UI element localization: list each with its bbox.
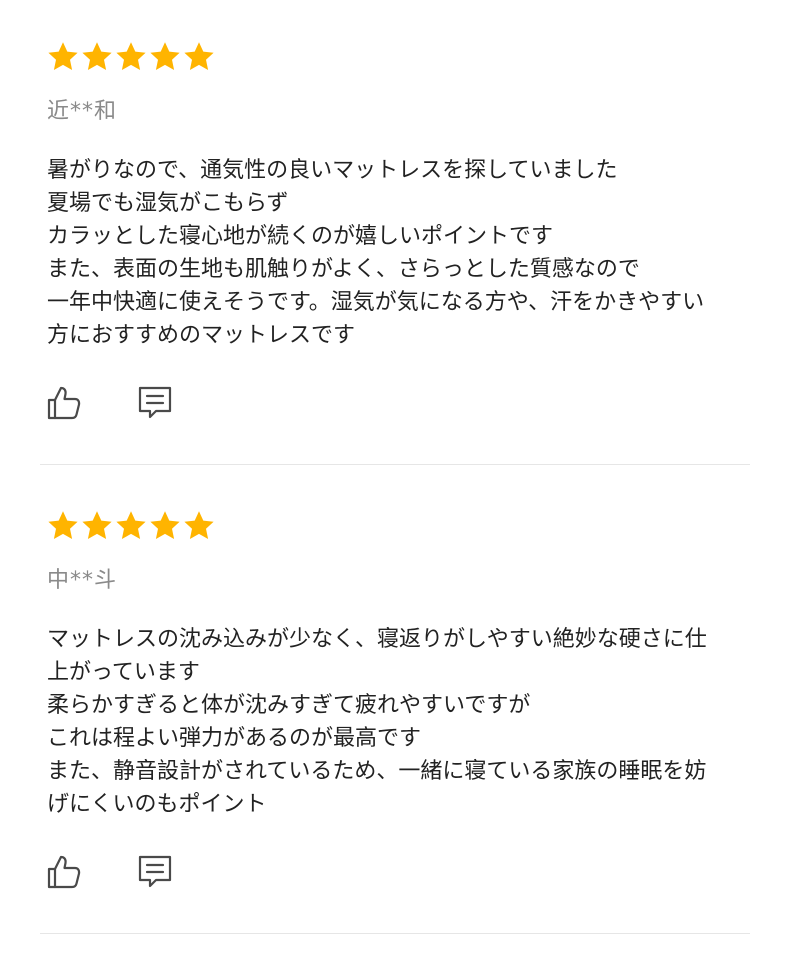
review-body-line: 一年中快適に使えそうです。湿気が気になる方や、汗をかきやすい <box>47 290 705 315</box>
review-author: 中**斗 <box>47 568 118 593</box>
star-icon <box>114 509 148 543</box>
star-icon <box>148 40 182 74</box>
review-body-line: 上がっています <box>47 660 200 685</box>
star-icon <box>182 509 216 543</box>
review-body: 暑がりなので、通気性の良いマットレスを探していました 夏場でも湿気がこもらず カ… <box>47 154 757 352</box>
review-body-line: げにくいのもポイント <box>47 792 267 817</box>
thumbs-up-icon[interactable] <box>46 853 84 891</box>
review-body-line: また、静音設計がされているため、一緒に寝ている家族の睡眠を妨 <box>47 759 707 784</box>
review-list: 近**和 暑がりなので、通気性の良いマットレスを探していました 夏場でも湿気がこ… <box>0 0 790 938</box>
comment-icon[interactable] <box>136 853 174 891</box>
comment-icon[interactable] <box>136 384 174 422</box>
star-icon <box>46 40 80 74</box>
thumbs-up-icon[interactable] <box>46 384 84 422</box>
star-icon <box>182 40 216 74</box>
star-icon <box>80 509 114 543</box>
review-body: マットレスの沈み込みが少なく、寝返りがしやすい絶妙な硬さに仕 上がっています 柔… <box>47 623 757 821</box>
star-icon <box>148 509 182 543</box>
review-body-line: 夏場でも湿気がこもらず <box>47 191 289 216</box>
review-actions <box>46 384 174 422</box>
star-icon <box>46 509 80 543</box>
star-rating <box>46 40 216 74</box>
review-card: 中**斗 マットレスの沈み込みが少なく、寝返りがしやすい絶妙な硬さに仕 上がって… <box>0 469 790 938</box>
review-body-line: カラッとした寝心地が続くのが嬉しいポイントです <box>47 224 554 249</box>
review-actions <box>46 853 174 891</box>
review-author: 近**和 <box>47 99 118 124</box>
divider <box>40 933 750 934</box>
star-rating <box>46 509 216 543</box>
review-body-line: マットレスの沈み込みが少なく、寝返りがしやすい絶妙な硬さに仕 <box>47 627 707 652</box>
divider <box>40 464 750 465</box>
star-icon <box>114 40 148 74</box>
review-body-line: 方におすすめのマットレスです <box>47 323 356 348</box>
review-card: 近**和 暑がりなので、通気性の良いマットレスを探していました 夏場でも湿気がこ… <box>0 0 790 469</box>
review-body-line: また、表面の生地も肌触りがよく、さらっとした質感なので <box>47 257 640 282</box>
star-icon <box>80 40 114 74</box>
review-body-line: これは程よい弾力があるのが最高です <box>47 726 422 751</box>
review-body-line: 暑がりなので、通気性の良いマットレスを探していました <box>47 158 618 183</box>
review-body-line: 柔らかすぎると体が沈みすぎて疲れやすいですが <box>47 693 531 718</box>
